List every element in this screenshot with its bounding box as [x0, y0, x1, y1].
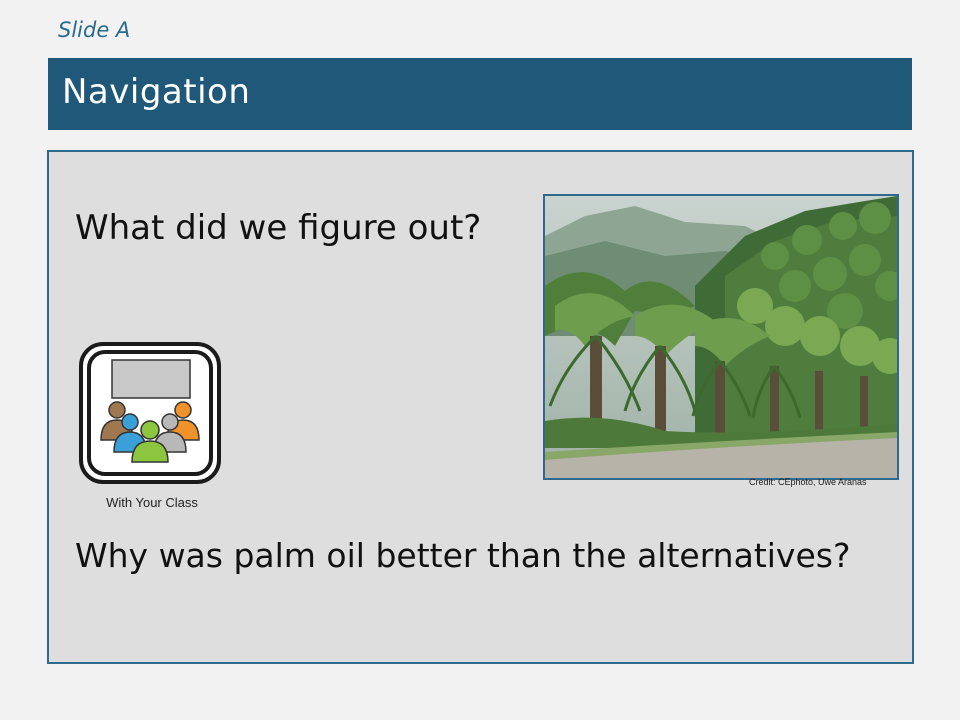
with-your-class-caption: With Your Class	[106, 495, 198, 510]
photo-credit: Credit: CEphoto, Uwe Aranas	[749, 477, 867, 487]
with-your-class-icon	[79, 342, 223, 486]
question-why-palm-oil: Why was palm oil better than the alterna…	[75, 536, 851, 575]
content-panel: What did we figure out? With Your Class	[47, 150, 914, 664]
slide-title: Navigation	[62, 72, 251, 112]
palm-plantation-photo	[543, 194, 899, 480]
question-what-did-we-figure-out: What did we figure out?	[75, 208, 482, 248]
slide-label: Slide A	[58, 18, 131, 42]
title-bar: Navigation	[48, 58, 912, 130]
